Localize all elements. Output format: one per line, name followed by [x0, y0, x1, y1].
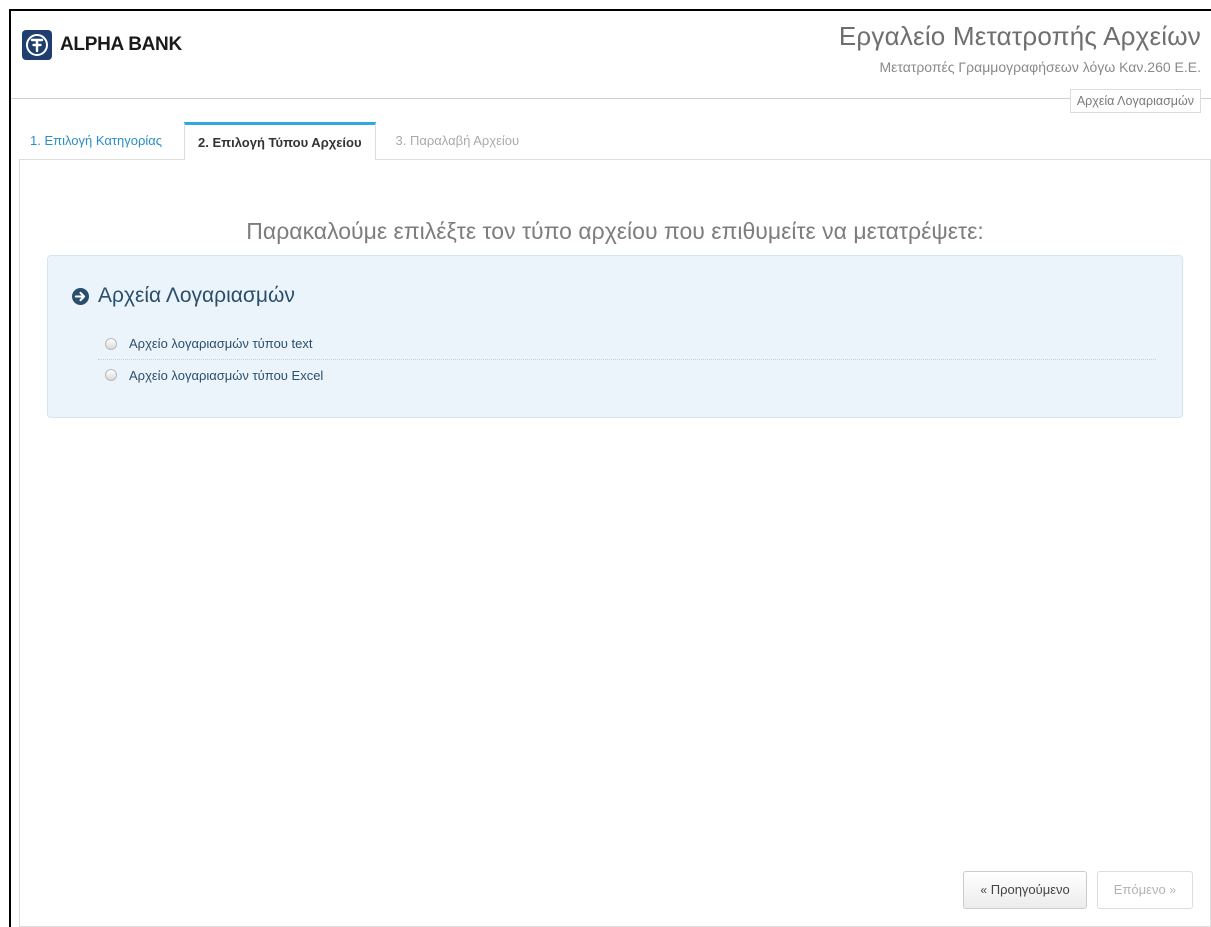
wizard-tabs: 1. Επιλογή Κατηγορίας 2. Επιλογή Τύπου Α… [19, 122, 530, 160]
section-badge: Αρχεία Λογαριασμών [1069, 89, 1201, 113]
chevron-double-right-icon: » [1169, 883, 1176, 897]
alpha-bank-logo: ALPHA BANK [22, 30, 182, 60]
wizard-navigation: « Προηγούμενο Επόμενο » [963, 871, 1193, 909]
tab-select-file-type[interactable]: 2. Επιλογή Τύπου Αρχείου [184, 122, 376, 160]
category-box: Αρχεία Λογαριασμών Αρχείο λογαριασμών τύ… [47, 255, 1183, 418]
tab-select-category[interactable]: 1. Επιλογή Κατηγορίας [19, 122, 173, 160]
radio-text-file[interactable] [105, 337, 117, 350]
option-text-file[interactable]: Αρχείο λογαριασμών τύπου text [98, 328, 1156, 359]
app-subtitle: Μετατροπές Γραμμογραφήσεων λόγω Καν.260 … [879, 59, 1201, 75]
category-title: Αρχεία Λογαριασμών [72, 284, 295, 308]
header-divider [11, 98, 1211, 99]
instruction-heading: Παρακαλούμε επιλέξτε τον τύπο αρχείου πο… [246, 218, 984, 245]
option-excel-file[interactable]: Αρχείο λογαριασμών τύπου Excel [98, 359, 1156, 390]
chevron-double-left-icon: « [980, 883, 988, 897]
option-label: Αρχείο λογαριασμών τύπου Excel [129, 367, 324, 383]
alpha-bank-logo-icon [22, 30, 52, 60]
next-button: Επόμενο » [1096, 871, 1193, 909]
previous-button-label: Προηγούμενο [990, 882, 1070, 897]
radio-excel-file[interactable] [105, 369, 117, 381]
previous-button[interactable]: « Προηγούμενο [963, 871, 1087, 909]
logo-text: ALPHA BANK [60, 34, 182, 55]
arrow-circle-right-icon [72, 287, 89, 305]
app-title: Εργαλείο Μετατροπής Αρχείων [838, 21, 1201, 51]
file-type-options: Αρχείο λογαριασμών τύπου text Αρχείο λογ… [98, 328, 1156, 390]
wizard-panel: Παρακαλούμε επιλέξτε τον τύπο αρχείου πο… [19, 159, 1211, 927]
app-window: ALPHA BANK Εργαλείο Μετατροπής Αρχείων Μ… [9, 9, 1211, 927]
category-title-text: Αρχεία Λογαριασμών [98, 284, 295, 307]
tab-receive-file: 3. Παραλαβή Αρχείου [395, 133, 520, 148]
next-button-label: Επόμενο [1113, 882, 1166, 897]
option-label: Αρχείο λογαριασμών τύπου text [129, 336, 313, 351]
